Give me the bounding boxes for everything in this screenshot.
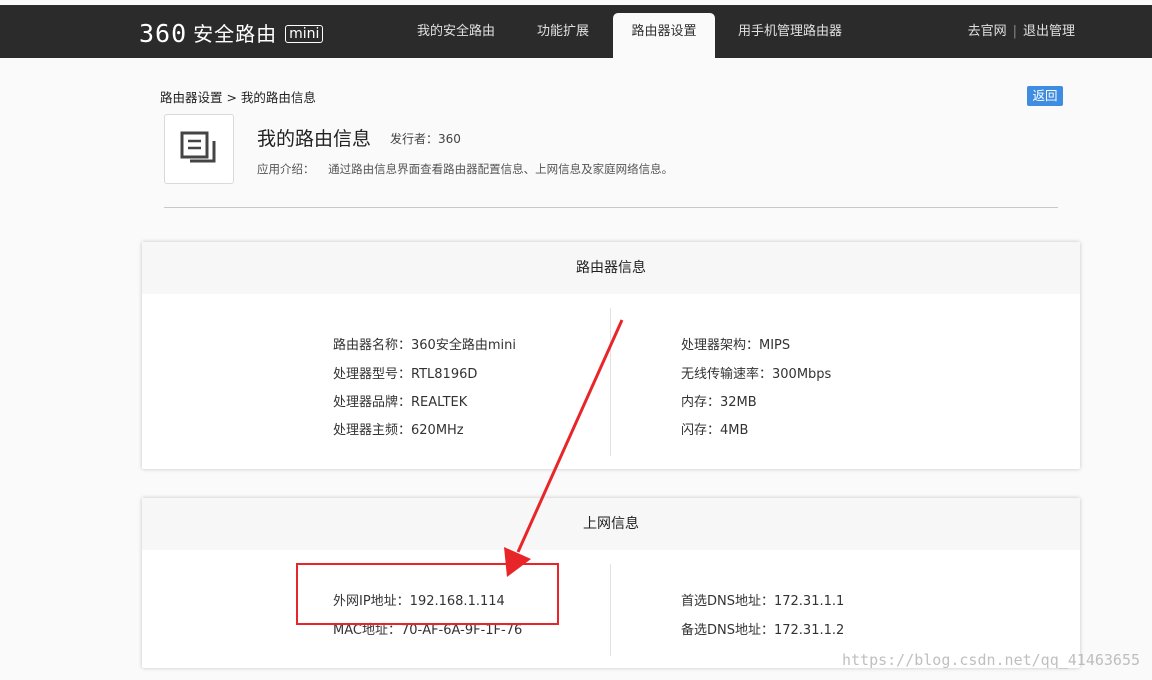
header-divider (164, 207, 1058, 208)
flash-size: 闪存：4MB (681, 423, 749, 438)
watermark: https://blog.csdn.net/qq_41463655 (841, 651, 1140, 669)
wireless-rate: 无线传输速率：300Mbps (681, 367, 832, 382)
router-info-title: 路由器信息 (142, 242, 1080, 294)
brand-number: 360 (139, 19, 188, 48)
breadcrumb: 路由器设置 > 我的路由信息 (160, 90, 316, 105)
annotation-highlight-box (296, 563, 559, 625)
nav-right-links: 去官网 | 退出管理 (968, 5, 1075, 58)
logout-link[interactable]: 退出管理 (1023, 3, 1075, 60)
back-button[interactable]: 返回 (1027, 86, 1063, 106)
brand-name: 安全路由 (193, 22, 278, 46)
intro-label: 应用介绍： (257, 162, 315, 176)
primary-dns: 首选DNS地址：172.31.1.1 (681, 594, 845, 609)
nav-mobile-manage[interactable]: 用手机管理路由器 (730, 5, 850, 58)
router-info-card: 路由器信息 路由器名称：360安全路由mini 处理器型号：RTL8196D 处… (142, 242, 1080, 469)
cpu-frequency: 处理器主频：620MHz (333, 423, 464, 438)
router-name: 路由器名称：360安全路由mini (333, 338, 516, 353)
official-site-link[interactable]: 去官网 (968, 3, 1007, 60)
net-info-card: 上网信息 外网IP地址：192.168.1.114 MAC地址：70-AF-6A… (142, 498, 1080, 668)
cpu-arch: 处理器架构：MIPS (681, 338, 791, 353)
intro-text: 通过路由信息界面查看路由器配置信息、上网信息及家庭网络信息。 (328, 162, 674, 176)
app-intro: 应用介绍： 通过路由信息界面查看路由器配置信息、上网信息及家庭网络信息。 (257, 161, 673, 177)
cpu-model: 处理器型号：RTL8196D (333, 367, 478, 382)
top-navbar: 360 安全路由 mini 我的安全路由 功能扩展 路由器设置 用手机管理路由器… (0, 5, 1152, 58)
publisher-label: 发行者：360 (390, 132, 461, 146)
cpu-brand: 处理器品牌：REALTEK (333, 395, 468, 410)
nav-my-router[interactable]: 我的安全路由 (404, 5, 508, 58)
brand-badge: mini (285, 25, 324, 43)
memory-size: 内存：32MB (681, 395, 757, 410)
column-divider (610, 308, 611, 456)
page-title: 我的路由信息 (257, 128, 372, 150)
nav-separator: | (1012, 24, 1017, 39)
nav-router-settings[interactable]: 路由器设置 (613, 13, 715, 58)
net-info-title: 上网信息 (142, 498, 1080, 550)
document-copy-icon (164, 114, 234, 184)
column-divider (610, 564, 611, 656)
brand-logo[interactable]: 360 安全路由 mini (139, 19, 324, 48)
secondary-dns: 备选DNS地址：172.31.1.2 (681, 623, 845, 638)
nav-extensions[interactable]: 功能扩展 (528, 5, 598, 58)
